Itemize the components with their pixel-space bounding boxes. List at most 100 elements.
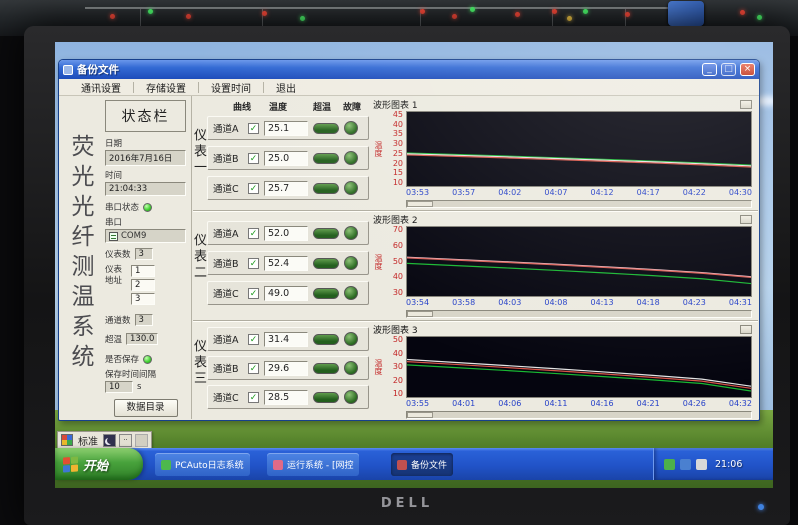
scrollbar-thumb[interactable] [407,201,433,207]
channel-row: 通道C ✓ 49.0 [207,281,369,305]
tray-icon-volume[interactable] [696,459,707,470]
curve-checkbox[interactable]: ✓ [248,183,259,194]
app-icon [273,460,283,470]
chart-hscrollbar[interactable] [406,310,752,318]
meter-count-label: 仪表数 [105,248,131,260]
indicator-light [420,9,425,14]
ime-fullhalf-icon[interactable] [103,434,116,447]
channel-row: 通道C ✓ 25.7 [207,176,369,200]
temperature-display: 49.0 [264,286,308,301]
chart-hscrollbar[interactable] [406,411,752,419]
screen: 备份文件 _ □ × 通讯设置 存储设置 设置时间 退出 荧光光纤测温系统 [55,42,773,488]
header-overtemp: 超温 [313,100,331,113]
overtemp-led [313,334,339,345]
curve-checkbox[interactable]: ✓ [248,392,259,403]
tray-clock[interactable]: 21:06 [715,459,742,470]
indicator-light [567,16,572,21]
status-panel: 状态栏 日期 2016年7月16日 时间 21:04:33 串口状态 串口 CO… [100,96,192,419]
overtemp-led [313,363,339,374]
data-directory-button[interactable]: 数据目录 [114,399,178,417]
meter-addr-label: 仪表地址 [105,265,125,305]
channel-label: 通道B [213,361,243,375]
serial-label: 串口 [105,216,186,228]
meter-addr-input-1[interactable]: 1 [131,265,155,277]
curve-checkbox[interactable]: ✓ [248,123,259,134]
instrument-row-3: 仪表三 通道A ✓ 31.4 通道B ✓ 29.6 [193,320,758,419]
overtemp-led [313,153,339,164]
chart-scroll-button[interactable] [740,100,752,109]
taskbar-task-run-system[interactable]: 运行系统 - [网控 [267,453,359,476]
chart-scroll-button[interactable] [740,215,752,224]
chart-hscrollbar[interactable] [406,200,752,208]
x-axis-ticks: 03:5303:5704:0204:0704:1204:1704:2204:30 [373,188,752,199]
curve-checkbox[interactable]: ✓ [248,288,259,299]
fault-led [344,256,358,270]
meter-addr-input-2[interactable]: 2 [131,279,155,291]
wall-mounted-device [668,1,704,26]
tray-icon-antivirus[interactable] [664,459,675,470]
tray-icon-network[interactable] [680,459,691,470]
monitor-bezel: 备份文件 _ □ × 通讯设置 存储设置 设置时间 退出 荧光光纤测温系统 [24,26,790,525]
fault-led [344,390,358,404]
curve-checkbox[interactable]: ✓ [248,153,259,164]
system-tray: 21:06 [653,448,773,480]
scrollbar-thumb[interactable] [407,311,433,317]
header-curve: 曲线 [233,100,251,113]
indicator-light [552,9,557,14]
channel-row: 通道B ✓ 29.6 [207,356,369,380]
curve-checkbox[interactable]: ✓ [248,258,259,269]
task-label: PCAuto日志系统 [175,458,244,471]
indicator-light [470,7,475,12]
indicator-light [262,11,267,16]
temperature-display: 29.6 [264,361,308,376]
curve-checkbox[interactable]: ✓ [248,363,259,374]
save-interval-input[interactable]: 10 [105,381,133,393]
serial-port-select[interactable]: COM9 [105,229,186,243]
serial-port-value: COM9 [121,231,146,241]
meter-count-input[interactable]: 3 [135,248,153,260]
channel-row: 通道B ✓ 52.4 [207,251,369,275]
channel-label: 通道C [213,181,243,195]
serial-status-led [143,203,152,212]
save-interval-unit: s [137,382,141,392]
menu-storage-settings[interactable]: 存储设置 [134,80,198,95]
close-button[interactable]: × [740,63,755,76]
channel-label: 通道B [213,151,243,165]
temperature-display: 31.4 [264,332,308,347]
temperature-display: 52.0 [264,226,308,241]
window-titlebar[interactable]: 备份文件 _ □ × [59,60,759,79]
overtemp-led [313,123,339,134]
ime-icon[interactable] [61,434,73,446]
language-bar: 标准 ·· [57,431,152,449]
taskbar: 开始 PCAuto日志系统 运行系统 - [网控 备份文件 [55,448,773,480]
indicator-light [515,12,520,17]
scrollbar-thumb[interactable] [407,412,433,418]
y-axis-label: 温度 [373,111,384,187]
y-axis-ticks: 4540353025201510 [384,111,406,187]
minimize-button[interactable]: _ [702,63,717,76]
save-status-led[interactable] [143,355,152,364]
chart-scroll-button[interactable] [740,325,752,334]
start-button[interactable]: 开始 [55,448,143,480]
ime-mode-label[interactable]: 标准 [76,433,100,448]
maximize-button[interactable]: □ [721,63,736,76]
curve-checkbox[interactable]: ✓ [248,334,259,345]
ime-punctuation-icon[interactable]: ·· [119,434,132,447]
ime-minimize-button[interactable] [135,434,148,447]
meter-addr-input-3[interactable]: 3 [131,293,155,305]
save-toggle-label: 是否保存 [105,353,139,365]
instrument-rows: 曲线 温度 超温 故障 仪表一 通道A ✓ 25.1 [193,96,758,419]
indicator-light [452,14,457,19]
overtemp-threshold-input[interactable]: 130.0 [126,333,158,345]
curve-checkbox[interactable]: ✓ [248,228,259,239]
temperature-display: 28.5 [264,390,308,405]
fault-led [344,121,358,135]
menu-comm-settings[interactable]: 通讯设置 [69,80,133,95]
window-title: 备份文件 [77,62,698,77]
taskbar-task-backup-file[interactable]: 备份文件 [391,453,453,476]
menu-exit[interactable]: 退出 [264,80,308,95]
menu-set-time[interactable]: 设置时间 [199,80,263,95]
channel-count-input[interactable]: 3 [135,314,153,326]
monitor-power-led [758,504,764,510]
taskbar-task-log-system[interactable]: PCAuto日志系统 [155,453,250,476]
